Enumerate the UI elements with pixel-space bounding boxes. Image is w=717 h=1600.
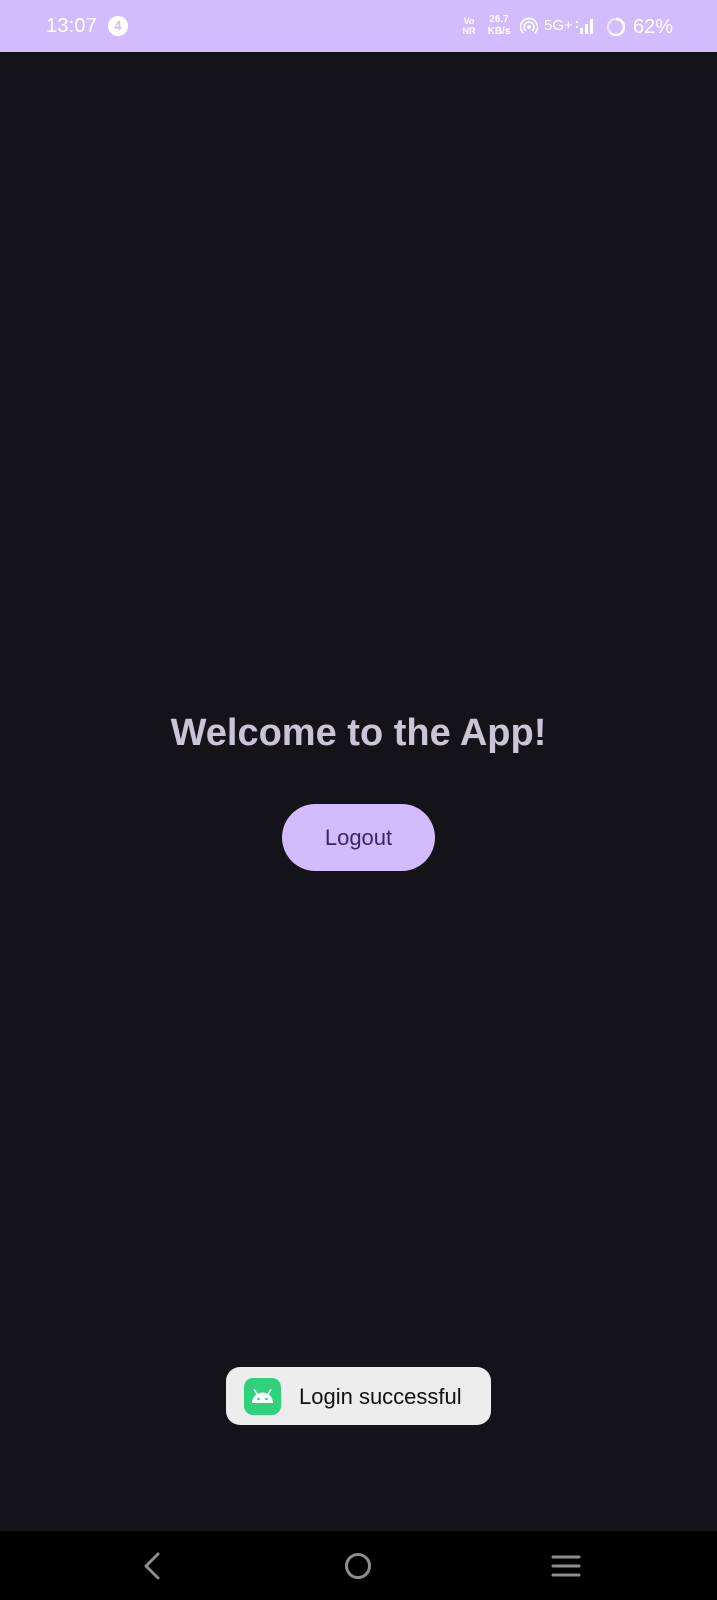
status-bar: 13:07 4 Vo NR 26.7 KB/s 5G+ 62%: [0, 0, 717, 52]
notification-count-badge: 4: [108, 16, 128, 36]
volte-line-2: NR: [462, 26, 476, 36]
android-robot-icon: [252, 1389, 273, 1403]
toast-message: Login successful: [299, 1384, 462, 1409]
android-icon: [244, 1378, 281, 1415]
network-speed: 26.7 KB/s: [484, 14, 514, 38]
battery-icon: [606, 17, 626, 37]
battery-percent: 62%: [633, 16, 674, 38]
hotspot-icon: [520, 17, 538, 34]
status-time: 13:07: [46, 15, 98, 37]
welcome-title: Welcome to the App!: [170, 712, 547, 754]
signal-icon: [576, 19, 593, 34]
app-screen: 13:07 4 Vo NR 26.7 KB/s 5G+ 62% Welcome …: [0, 0, 717, 1600]
home-icon[interactable]: [344, 1552, 372, 1580]
network-type: 5G+: [544, 17, 573, 34]
login-toast: Login successful: [226, 1367, 491, 1425]
logout-button[interactable]: Logout: [282, 804, 435, 871]
volte-line-1: Vo: [463, 16, 475, 26]
back-icon[interactable]: [138, 1551, 166, 1581]
recents-icon[interactable]: [551, 1553, 581, 1579]
network-speed-value: 26.7: [489, 14, 509, 25]
navigation-bar: [0, 1531, 717, 1600]
network-speed-unit: KB/s: [487, 26, 511, 37]
volte-indicator: Vo NR: [461, 16, 477, 36]
